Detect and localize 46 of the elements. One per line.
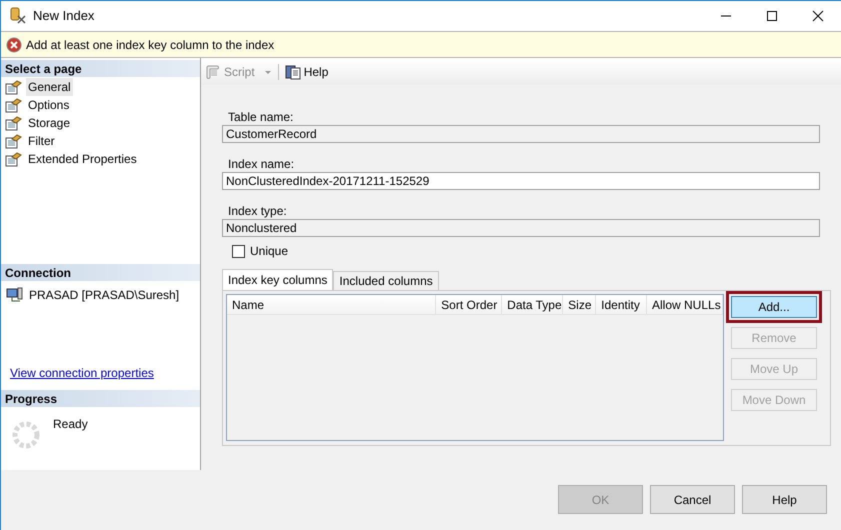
section-header: Progress — [1, 390, 200, 407]
dialog-button[interactable]: Cancel — [650, 485, 735, 514]
column-header[interactable]: Size — [563, 295, 596, 314]
page-item[interactable]: Extended Properties — [26, 150, 139, 168]
document-icon — [284, 64, 301, 80]
help-button[interactable]: Help — [284, 62, 328, 80]
page-item[interactable]: Storage — [26, 114, 72, 132]
page-item[interactable]: Options — [26, 96, 72, 114]
index-icon — [9, 7, 27, 25]
spinner-icon — [11, 420, 41, 450]
property-page-icon — [5, 134, 22, 148]
column-header[interactable]: Data Type — [502, 295, 564, 314]
dialog-button[interactable]: Help — [742, 485, 827, 514]
view-connection-link[interactable]: View connection properties — [1, 364, 200, 382]
checkbox-label: Unique — [250, 243, 288, 260]
page-item[interactable]: Filter — [26, 132, 57, 150]
column-header[interactable]: Identity — [596, 295, 647, 314]
section-header: Connection — [1, 264, 200, 281]
error-icon — [6, 36, 22, 52]
property-page-icon — [5, 152, 22, 166]
connection-server: PRASAD [PRASAD\Suresh] — [29, 287, 180, 304]
section-header: Select a page — [1, 60, 200, 77]
page-item[interactable]: General — [26, 78, 73, 96]
field-label: Table name: — [227, 109, 294, 124]
text-field[interactable]: NonClusteredIndex-20171211-152529 — [222, 172, 820, 190]
error-message: Add at least one index key column to the index — [26, 36, 274, 54]
text-field[interactable]: Nonclustered — [222, 219, 820, 237]
text-field[interactable]: CustomerRecord — [222, 125, 820, 143]
maximize-icon — [766, 10, 778, 22]
property-page-icon — [5, 98, 22, 112]
server-icon — [6, 287, 23, 303]
checkbox[interactable] — [232, 244, 245, 258]
tab[interactable]: Index key columns — [222, 269, 334, 290]
field-label: Index name: — [227, 156, 296, 171]
field-label: Index type: — [227, 203, 288, 218]
close-icon — [812, 10, 824, 22]
scroll-icon — [205, 64, 221, 80]
side-button[interactable]: Add... — [731, 296, 817, 318]
tab[interactable]: Included columns — [333, 271, 439, 290]
window-title: New Index — [33, 7, 94, 26]
property-page-icon — [5, 80, 22, 94]
column-header[interactable]: Allow NULLs — [647, 295, 723, 314]
column-header[interactable]: Name — [227, 295, 436, 314]
progress-status: Ready — [53, 416, 88, 433]
column-header[interactable]: Sort Order — [436, 295, 502, 314]
property-page-icon — [5, 116, 22, 130]
